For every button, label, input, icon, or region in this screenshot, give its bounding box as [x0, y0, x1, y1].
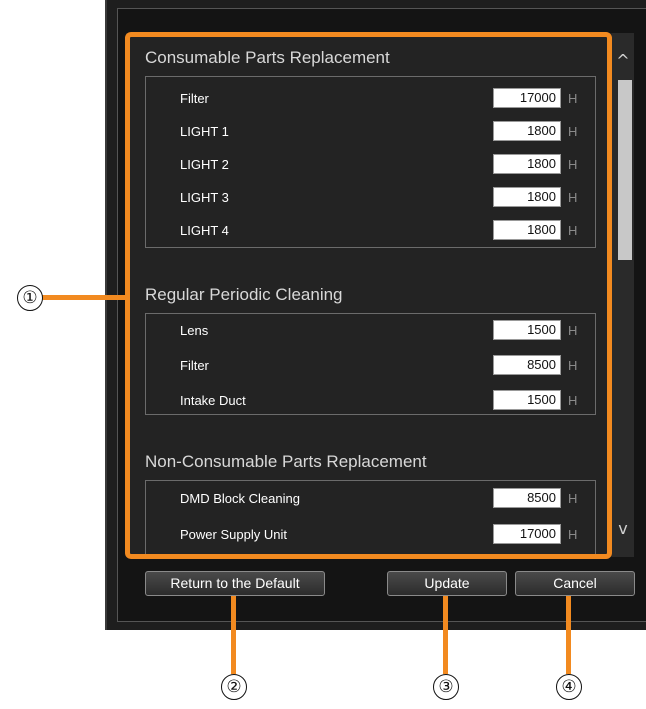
callout-marker-1: ① [17, 285, 43, 311]
callout-1-highlight [125, 32, 612, 559]
update-button[interactable]: Update [387, 571, 507, 596]
cancel-button[interactable]: Cancel [515, 571, 635, 596]
callout-marker-4: ④ [556, 674, 582, 700]
scroll-down-icon[interactable]: v [614, 520, 632, 538]
return-to-default-button[interactable]: Return to the Default [145, 571, 325, 596]
callout-4-line [566, 596, 571, 674]
callout-3-line [443, 596, 448, 674]
callout-marker-3: ③ [433, 674, 459, 700]
callout-1-line [42, 295, 128, 300]
scroll-up-icon[interactable]: ^ [614, 52, 632, 70]
callout-2-line [231, 596, 236, 674]
scrollbar-thumb[interactable] [618, 80, 632, 260]
callout-marker-2: ② [221, 674, 247, 700]
